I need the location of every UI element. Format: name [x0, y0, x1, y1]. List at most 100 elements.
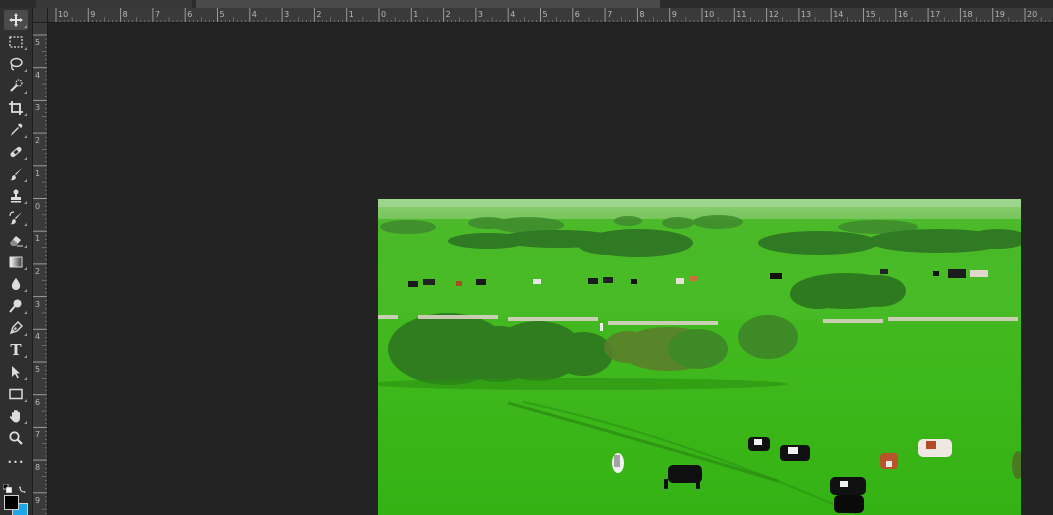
move-icon	[9, 13, 23, 27]
color-swatches	[0, 478, 32, 515]
ruler-origin[interactable]	[33, 8, 48, 23]
ruler-h-label: 6	[187, 10, 193, 19]
hand-tool[interactable]	[4, 406, 28, 426]
ruler-h-label: 10	[704, 10, 715, 19]
ruler-h-label: 1	[413, 10, 419, 19]
document-tab-1[interactable]	[36, 0, 192, 8]
shape-tool[interactable]	[4, 384, 28, 404]
ruler-h-label: 12	[768, 10, 779, 19]
grassland-photo	[378, 199, 1021, 515]
ruler-h-label: 7	[154, 10, 160, 19]
rectangle-icon	[9, 388, 23, 400]
gradient-icon	[9, 256, 23, 268]
ruler-v-label: 3	[35, 103, 41, 113]
type-icon: T	[10, 341, 22, 359]
arrow-icon	[12, 366, 20, 379]
pen-tool[interactable]	[4, 318, 28, 338]
ruler-v-label: 3	[35, 299, 41, 309]
ruler-h-label: 18	[962, 10, 973, 19]
swap-colors-icon[interactable]	[18, 484, 28, 494]
clone-stamp-tool[interactable]	[4, 186, 28, 206]
ruler-v-label: 7	[35, 430, 41, 440]
ruler-h-label: 1	[348, 10, 354, 19]
marquee-tool[interactable]	[4, 32, 28, 52]
ruler-h-label: 5	[219, 10, 225, 19]
ruler-v-label: 2	[35, 136, 41, 146]
ruler-h-label: 13	[800, 10, 812, 19]
ruler-v-label: 4	[35, 70, 41, 80]
foreground-color-swatch[interactable]	[4, 495, 19, 510]
photoshop-window: T ••• 10 9 8 7 6 5 4 3 2 1 0 1 2 3 4 5 6…	[0, 0, 1053, 515]
path-select-tool[interactable]	[4, 362, 28, 382]
history-brush-icon	[9, 211, 22, 225]
ruler-h-label: 3	[284, 10, 290, 19]
canvas-area[interactable]	[48, 23, 1053, 515]
healing-brush-tool[interactable]	[4, 142, 28, 162]
ruler-h-label: 17	[930, 10, 941, 19]
document-image[interactable]	[378, 199, 1021, 515]
ruler-h-label: 19	[994, 10, 1005, 19]
ruler-h-label: 14	[833, 10, 844, 19]
document-tab-2-active[interactable]	[196, 0, 660, 8]
brush-tool[interactable]	[4, 164, 28, 184]
lasso-tool[interactable]	[4, 54, 28, 74]
brush-icon	[10, 168, 22, 181]
zoom-tool[interactable]	[4, 428, 28, 448]
ruler-h-label: 10	[58, 10, 69, 19]
ruler-h-label: 7	[607, 10, 613, 19]
ruler-h-label: 9	[671, 10, 677, 19]
type-tool[interactable]: T	[4, 340, 28, 360]
ruler-h-label: 4	[510, 10, 516, 19]
ruler-h-label: 9	[90, 10, 96, 19]
rect-marquee-icon	[9, 36, 23, 48]
ruler-v-label: 6	[35, 397, 41, 407]
blur-tool[interactable]	[4, 274, 28, 294]
quick-select-tool[interactable]	[4, 76, 28, 96]
vertical-ruler[interactable]: 5 4 3 2 1 0 1 2 3 4 5 6 7 8 9	[33, 23, 48, 515]
default-colors-icon[interactable]	[3, 484, 12, 493]
ruler-h-label: 8	[122, 10, 128, 19]
quick-select-icon	[10, 79, 23, 92]
drop-icon	[11, 278, 21, 290]
edit-toolbar-button[interactable]: •••	[4, 452, 28, 472]
eyedropper-tool[interactable]	[4, 120, 28, 140]
ruler-h-label: 0	[381, 10, 387, 19]
ruler-h-label: 2	[445, 10, 451, 19]
crop-icon	[9, 101, 23, 115]
ruler-h-label: 3	[477, 10, 483, 19]
horizontal-ruler[interactable]: 10 9 8 7 6 5 4 3 2 1 0 1 2 3 4 5 6 7 8 9 10 11 12 13 14 15 16 17 18 1…	[48, 8, 1053, 23]
ruler-v-label: 4	[35, 332, 41, 342]
crop-tool[interactable]	[4, 98, 28, 118]
ruler-v-label: 5	[35, 38, 41, 47]
hand-icon	[9, 410, 20, 423]
bandage-icon	[10, 146, 22, 158]
move-tool[interactable]	[4, 10, 28, 30]
ruler-h-label: 2	[316, 10, 322, 19]
eraser-icon	[10, 236, 23, 247]
tools-panel: T •••	[0, 8, 33, 515]
ruler-h-label: 20	[1027, 10, 1038, 19]
eraser-tool[interactable]	[4, 230, 28, 250]
ruler-h-label: 16	[897, 10, 908, 19]
lasso-icon	[10, 57, 23, 71]
dodge-tool[interactable]	[4, 296, 28, 316]
stamp-icon	[11, 189, 21, 203]
ruler-h-label: 6	[574, 10, 580, 19]
ruler-v-label: 5	[35, 365, 41, 374]
ruler-v-label: 2	[35, 266, 41, 276]
ruler-v-label: 1	[35, 234, 41, 244]
ruler-v-label: 1	[35, 168, 41, 178]
eyedropper-icon	[11, 123, 23, 136]
dodge-icon	[9, 299, 22, 313]
ruler-v-label: 8	[35, 463, 41, 473]
ruler-h-label: 11	[736, 10, 747, 19]
magnifier-icon	[9, 431, 23, 445]
ruler-v-label: 9	[35, 495, 41, 505]
history-brush-tool[interactable]	[4, 208, 28, 228]
pen-icon	[9, 321, 23, 335]
ellipsis-icon: •••	[7, 457, 25, 467]
ruler-h-label: 8	[639, 10, 645, 19]
gradient-tool[interactable]	[4, 252, 28, 272]
ruler-h-label: 15	[865, 10, 876, 19]
ruler-v-label: 0	[35, 201, 41, 211]
